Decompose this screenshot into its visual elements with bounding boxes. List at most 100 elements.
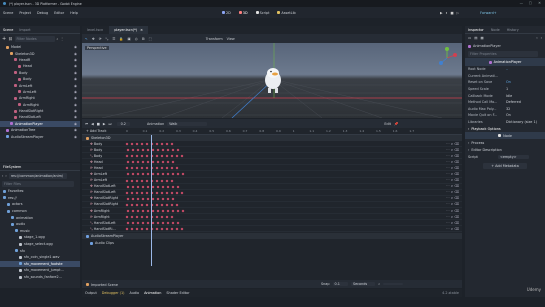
keyframe[interactable] <box>155 166 159 170</box>
close-button[interactable]: ✕ <box>538 1 541 5</box>
track-options[interactable]: ⋯ ∨ ⌫ <box>446 172 459 176</box>
playhead[interactable] <box>151 135 152 266</box>
keyframe[interactable] <box>156 185 160 189</box>
audio-track[interactable]: Audio Clips <box>82 239 462 247</box>
forward-icon[interactable]: › <box>5 174 6 178</box>
filesystem-item[interactable]: common <box>0 208 80 215</box>
visibility-icon[interactable]: ◉ <box>74 103 77 107</box>
keyframe[interactable] <box>161 173 165 176</box>
tab-debugger[interactable]: Debugger (1) <box>102 291 125 295</box>
open-resource-icon[interactable]: ▤ <box>474 36 477 40</box>
tab-audio[interactable]: Audio <box>129 291 139 295</box>
keyframe[interactable] <box>170 166 174 170</box>
keyframe[interactable] <box>170 215 174 219</box>
keyframe[interactable] <box>176 221 180 225</box>
keyframe[interactable] <box>140 191 144 195</box>
keyframe[interactable] <box>131 160 135 164</box>
perspective-label[interactable]: Perspective <box>85 46 109 50</box>
keyframe[interactable] <box>136 221 140 225</box>
filesystem-item[interactable]: sfx_sounds_fanfare2... <box>0 274 80 281</box>
keyframe[interactable] <box>165 154 169 158</box>
animation-track[interactable]: ⤡ HandSlotRi... ⋯ ∨ ⌫ <box>82 226 462 233</box>
keyframe[interactable] <box>141 221 145 225</box>
save-resource-icon[interactable]: ▦ <box>480 36 483 40</box>
close-tab-icon[interactable]: × <box>140 28 143 32</box>
keyframe[interactable] <box>181 173 185 176</box>
filesystem-item[interactable]: music <box>0 228 80 235</box>
property-row[interactable]: Root Node .. <box>465 66 545 73</box>
track-options[interactable]: ⋯ ∨ ⌫ <box>446 209 459 213</box>
keyframe[interactable] <box>136 209 140 213</box>
animation-select[interactable]: Walk <box>167 121 208 126</box>
keyframe[interactable] <box>170 203 174 207</box>
keyframe[interactable] <box>176 148 180 152</box>
filesystem-item[interactable]: sfx_movement_jumpt... <box>0 267 80 274</box>
tab-history[interactable]: History <box>507 28 519 32</box>
keyframe[interactable] <box>155 227 159 231</box>
keyframe[interactable] <box>135 215 139 219</box>
transform-menu[interactable]: Transform <box>206 37 223 41</box>
property-row[interactable]: Current Animati... <box>465 73 545 80</box>
keyframe[interactable] <box>146 185 150 189</box>
keyframe[interactable] <box>130 203 134 207</box>
visibility-icon[interactable]: ◉ <box>74 45 77 49</box>
keyframe[interactable] <box>145 203 149 207</box>
animation-menu[interactable]: Animation <box>147 122 164 126</box>
keyframe[interactable] <box>181 209 185 213</box>
track-options[interactable]: ⋯ ∨ ⌫ <box>446 227 459 231</box>
keyframe[interactable] <box>151 160 155 164</box>
keyframe[interactable] <box>170 191 174 195</box>
visibility-icon[interactable]: ◉ <box>74 109 77 113</box>
keyframe[interactable] <box>160 215 164 219</box>
keyframe[interactable] <box>171 209 175 213</box>
keyframe[interactable] <box>155 203 159 207</box>
local-space-icon[interactable]: ◎ <box>135 37 138 41</box>
keyframe[interactable] <box>126 209 130 213</box>
keyframe[interactable] <box>135 227 139 231</box>
keyframe[interactable] <box>135 203 139 207</box>
keyframe[interactable] <box>125 215 129 219</box>
keyframe[interactable] <box>170 227 174 231</box>
add-track-button[interactable]: + Add Track <box>82 129 124 133</box>
track-options[interactable]: ⋯ ∨ ⌫ <box>446 196 459 200</box>
keyframe[interactable] <box>171 160 175 164</box>
play-anim-icon[interactable]: ▶ <box>103 122 106 126</box>
keyframe[interactable] <box>171 197 175 201</box>
group-icon[interactable]: ▣ <box>128 37 131 41</box>
keyframe[interactable] <box>176 185 180 189</box>
keyframe[interactable] <box>136 148 140 152</box>
keyframe[interactable] <box>155 154 159 158</box>
menu-project[interactable]: Project <box>19 11 31 15</box>
keyframe[interactable] <box>160 166 164 170</box>
keyframe[interactable] <box>140 154 144 158</box>
keyframe[interactable] <box>146 173 150 176</box>
play-backward-from-end-icon[interactable]: ◀ <box>91 122 94 126</box>
renderer-select[interactable]: Forward+ <box>480 11 496 15</box>
keyframe[interactable] <box>160 179 164 182</box>
keyframe[interactable] <box>156 221 160 225</box>
edit-anim-button[interactable]: Edit <box>384 122 391 126</box>
keyframe[interactable] <box>160 142 164 146</box>
keyframe[interactable] <box>151 148 155 152</box>
keyframe[interactable] <box>176 173 180 176</box>
property-row[interactable]: Libraries Dictionary (size 1) <box>465 119 545 126</box>
property-row[interactable]: Callback Mode Idle <box>465 92 545 99</box>
menu-debug[interactable]: Debug <box>37 11 48 15</box>
keyframe[interactable] <box>141 209 145 213</box>
keyframe[interactable] <box>146 197 150 201</box>
keyframe[interactable] <box>161 148 165 152</box>
keyframe[interactable] <box>140 215 144 219</box>
keyframe[interactable] <box>126 185 130 189</box>
keyframe[interactable] <box>125 166 129 170</box>
keyframe[interactable] <box>131 173 135 176</box>
keyframe[interactable] <box>125 179 129 182</box>
keyframe[interactable] <box>175 154 179 158</box>
property-value[interactable]: .. <box>506 67 542 71</box>
keyframe[interactable] <box>130 154 134 158</box>
keyframe[interactable] <box>126 197 130 201</box>
keyframe[interactable] <box>165 191 169 195</box>
filesystem-path[interactable]: res://common/animation/anim/ <box>8 172 67 179</box>
history-forward-icon[interactable]: › <box>541 36 542 40</box>
keyframe[interactable] <box>135 154 139 158</box>
keyframe[interactable] <box>161 221 165 225</box>
